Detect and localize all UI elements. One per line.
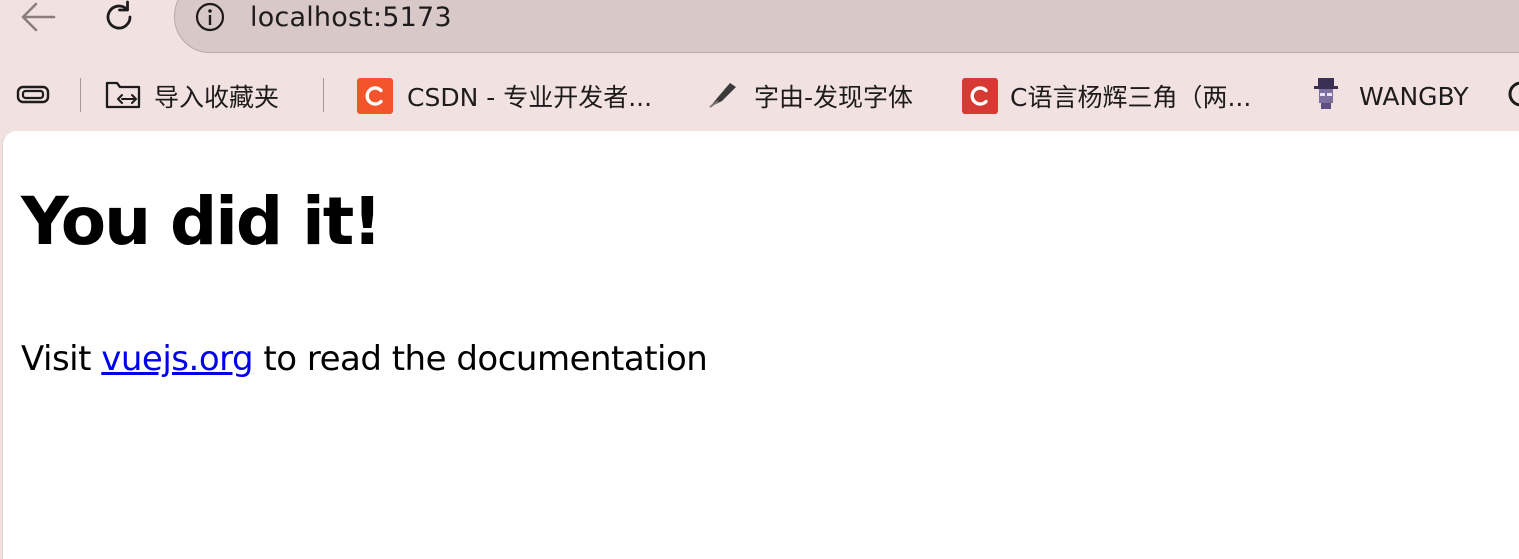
- pen-nib-icon: [706, 77, 740, 115]
- tab-groups-button[interactable]: [14, 70, 52, 122]
- csdn-logo-icon: [962, 78, 998, 114]
- bookmarks-divider: [323, 78, 324, 112]
- bookmark-wangby[interactable]: WANGBY: [1309, 70, 1469, 122]
- paragraph-suffix: to read the documentation: [253, 339, 708, 379]
- paragraph-prefix: Visit: [21, 339, 102, 379]
- reload-button[interactable]: [96, 0, 142, 40]
- bookmark-import[interactable]: 导入收藏夹: [104, 70, 279, 122]
- bookmark-label: C语言杨辉三角（两...: [1010, 83, 1252, 112]
- page-viewport: You did it! Visit vuejs.org to read the …: [2, 131, 1519, 559]
- bookmarks-bar: 导入收藏夹 CSDN - 专业开发者... 字由-发现字体 C语言杨辉三角（两.…: [0, 70, 1519, 122]
- bookmark-label: 导入收藏夹: [154, 83, 280, 112]
- bookmark-label: WANGBY: [1359, 81, 1469, 111]
- import-folder-icon: [104, 77, 142, 115]
- bookmark-label: 字由-发现字体: [754, 83, 914, 112]
- bookmark-partial[interactable]: [1505, 70, 1519, 122]
- browser-toolbar: localhost:5173: [0, 0, 1519, 62]
- bookmark-csdn[interactable]: CSDN - 专业开发者...: [357, 70, 652, 122]
- back-arrow-icon: [18, 0, 58, 39]
- url-text[interactable]: localhost:5173: [250, 2, 452, 33]
- back-button[interactable]: [15, 0, 61, 40]
- vuejs-link[interactable]: vuejs.org: [101, 339, 253, 379]
- partial-bookmark-icon: [1505, 76, 1519, 116]
- site-info-button[interactable]: [194, 1, 226, 37]
- bookmark-yanghui[interactable]: C语言杨辉三角（两...: [962, 70, 1251, 122]
- bookmark-label: CSDN - 专业开发者...: [407, 83, 653, 112]
- csdn-logo-icon: [357, 78, 393, 114]
- tab-groups-icon: [14, 79, 52, 113]
- page-heading: You did it!: [21, 183, 382, 260]
- wangby-avatar-icon: [1309, 76, 1343, 116]
- info-icon: [194, 1, 226, 37]
- bookmark-ziyou[interactable]: 字由-发现字体: [706, 70, 913, 122]
- bookmarks-divider: [80, 78, 81, 112]
- intro-paragraph: Visit vuejs.org to read the documentatio…: [21, 339, 708, 379]
- reload-icon: [99, 0, 139, 41]
